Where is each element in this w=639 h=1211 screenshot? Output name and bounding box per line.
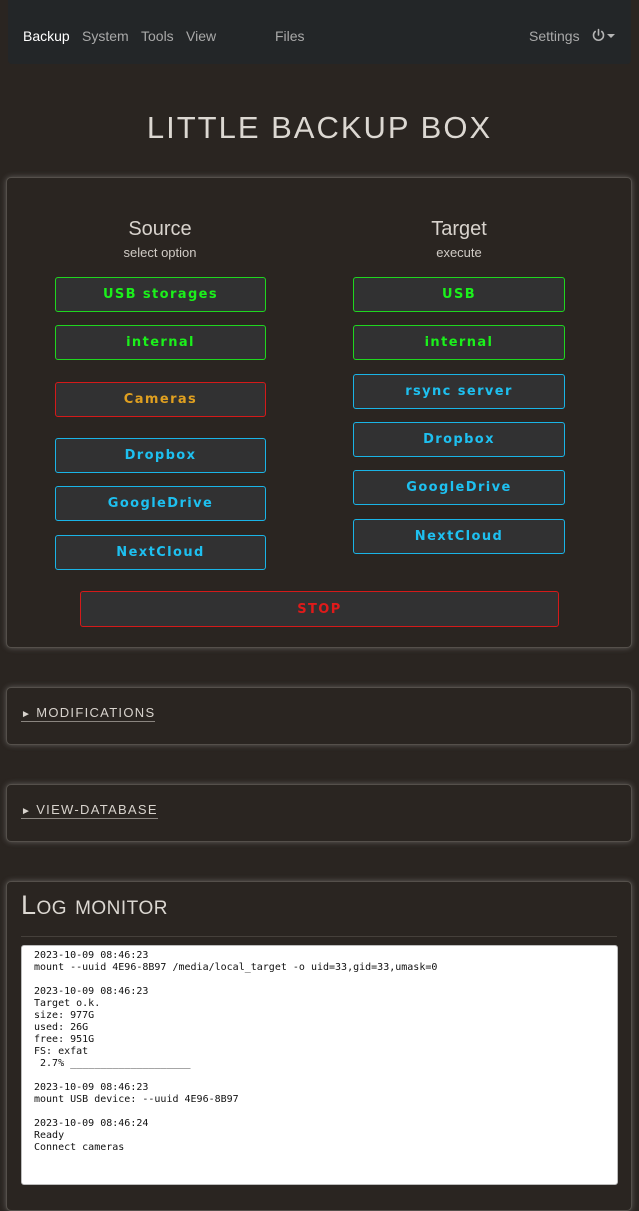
log-line: size: 977G <box>34 1010 95 1021</box>
button-label: USB <box>441 287 477 302</box>
log-line: 2023-10-09 08:46:23 <box>34 1082 149 1093</box>
modifications-card: ► MODIFICATIONS <box>6 687 632 745</box>
button-label: NextCloud <box>414 529 504 544</box>
log-line: 2023-10-09 08:46:23 <box>34 986 149 997</box>
button-label: NextCloud <box>116 545 205 560</box>
view-database-toggle[interactable]: ► VIEW-DATABASE <box>21 802 158 819</box>
log-line: 2023-10-09 08:46:24 <box>34 1118 149 1129</box>
caret-right-icon: ► <box>21 806 33 817</box>
nav-tools[interactable]: Tools <box>141 28 174 45</box>
nav-view[interactable]: View <box>186 28 216 45</box>
backup-card: Source select option Target execute USB … <box>6 177 632 648</box>
nav-settings[interactable]: Settings <box>529 28 580 45</box>
view-database-card: ► VIEW-DATABASE <box>6 784 632 842</box>
log-entry: 2023-10-09 08:46:23 Target o.k. size: 977G… <box>34 986 605 1070</box>
target-dropbox-button[interactable]: Dropbox <box>353 422 565 457</box>
view-database-label: VIEW-DATABASE <box>36 802 158 817</box>
target-heading: Target <box>431 218 487 240</box>
page-title: LITTLE BACKUP BOX <box>146 110 493 145</box>
button-label: rsync server <box>405 384 513 399</box>
log-line: mount --uuid 4E96-8B97 /media/local_targ… <box>34 962 438 973</box>
button-label: internal <box>424 335 494 350</box>
nav-files[interactable]: Files <box>275 28 305 45</box>
target-googledrive-button[interactable]: GoogleDrive <box>353 470 565 505</box>
button-label: GoogleDrive <box>406 480 512 495</box>
log-entry: 2023-10-09 08:46:23 mount --uuid 4E96-8B9… <box>34 950 605 974</box>
power-icon <box>592 28 615 41</box>
top-navbar: Backup System Tools View Files Settings <box>8 0 631 64</box>
log-monitor-card: Log monitor 2023-10-09 08:46:23 mount --u… <box>6 881 632 1211</box>
button-label: internal <box>126 335 195 350</box>
button-label: STOP <box>297 601 342 617</box>
source-dropbox-button[interactable]: Dropbox <box>55 438 266 473</box>
source-usb-storages-button[interactable]: USB storages <box>55 277 266 312</box>
source-subheading: select option <box>123 245 197 260</box>
log-entry: 2023-10-09 08:46:24 Ready Connect cameras <box>34 1118 605 1154</box>
source-googledrive-button[interactable]: GoogleDrive <box>55 486 266 521</box>
button-label: USB storages <box>102 287 219 302</box>
chevron-down-icon <box>607 34 615 38</box>
target-usb-button[interactable]: USB <box>353 277 565 312</box>
power-menu-button[interactable] <box>591 27 621 45</box>
stop-button[interactable]: STOP <box>80 591 559 627</box>
target-subheading: execute <box>436 245 482 260</box>
log-line: free: 951G <box>34 1034 95 1045</box>
log-line: Target o.k. <box>34 998 101 1009</box>
log-line: Ready <box>34 1130 65 1141</box>
target-internal-button[interactable]: internal <box>353 325 565 360</box>
log-line: Connect cameras <box>34 1142 125 1153</box>
divider <box>21 936 617 937</box>
button-label: Dropbox <box>124 448 197 463</box>
log-entry: 2023-10-09 08:46:23 mount USB device: --u… <box>34 1082 605 1106</box>
nav-backup[interactable]: Backup <box>23 28 70 45</box>
log-line: used: 26G <box>34 1022 89 1033</box>
log-line: 2.7% ____________________ <box>34 1058 191 1069</box>
caret-right-icon: ► <box>21 709 33 720</box>
source-internal-button[interactable]: internal <box>55 325 266 360</box>
log-output[interactable]: 2023-10-09 08:46:23 mount --uuid 4E96-8B9… <box>21 945 618 1185</box>
button-label: Dropbox <box>423 432 495 447</box>
modifications-toggle[interactable]: ► MODIFICATIONS <box>21 705 156 722</box>
log-line: FS: exfat <box>34 1046 89 1057</box>
button-label: GoogleDrive <box>107 496 214 511</box>
log-line: 2023-10-09 08:46:23 <box>34 950 149 961</box>
log-line: mount USB device: --uuid 4E96-8B97 <box>34 1094 239 1105</box>
target-rsync-server-button[interactable]: rsync server <box>353 374 565 409</box>
button-label: Cameras <box>123 392 198 407</box>
source-nextcloud-button[interactable]: NextCloud <box>55 535 266 570</box>
log-monitor-title: Log monitor <box>21 890 168 920</box>
source-heading: Source <box>128 218 192 240</box>
modifications-label: MODIFICATIONS <box>36 705 156 720</box>
target-nextcloud-button[interactable]: NextCloud <box>353 519 565 554</box>
nav-system[interactable]: System <box>82 28 129 45</box>
source-cameras-button[interactable]: Cameras <box>55 382 266 417</box>
